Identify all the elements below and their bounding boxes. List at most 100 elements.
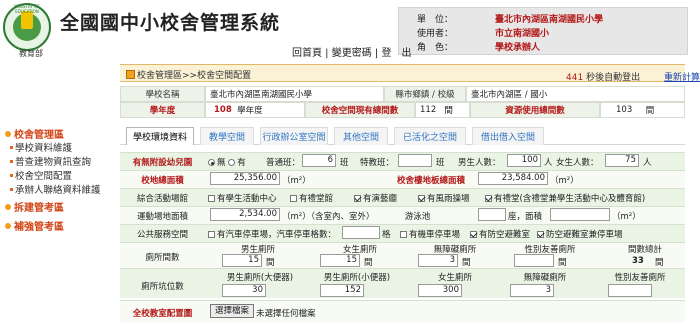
normal-class-input[interactable]: 6 — [302, 154, 336, 167]
change-password-link[interactable]: 變更密碼 — [332, 48, 372, 59]
timer-count: 441 — [566, 73, 584, 83]
stall-female-input[interactable]: 300 — [418, 284, 462, 297]
tab-admin-office[interactable]: 行政辦公室空間 — [260, 127, 328, 145]
toilet-count-label: 廁所間數 — [145, 253, 180, 263]
toilet-female-input[interactable]: 15 — [320, 254, 360, 267]
activity-opt: 有學生活動中心 — [208, 192, 277, 204]
choose-file-button[interactable]: 選擇檔案 — [210, 304, 255, 318]
activity-opt-label: 有學生活動中心 — [217, 194, 277, 204]
person-unit-2: 人 — [643, 158, 652, 168]
reset-timer-link[interactable]: 重新計算 — [664, 70, 700, 83]
timer-text: 秒後自動登出 — [586, 73, 641, 83]
home-link[interactable]: 回首頁 — [292, 48, 322, 59]
toilet-male-input[interactable]: 15 — [222, 254, 262, 267]
breadcrumb: 校舍管理區>>校舍空間配置 — [126, 68, 251, 81]
pool-unit: 座，面積 — [508, 212, 543, 222]
space-total-label: 校舍空間現有總間數 — [305, 102, 415, 118]
land-area-label: 校地總面積 — [141, 176, 184, 186]
tab-teaching[interactable]: 教學空間 — [200, 127, 254, 145]
stall-gender-input[interactable] — [608, 284, 652, 297]
public-checkbox-2[interactable] — [470, 231, 477, 238]
public-checkbox-0[interactable] — [208, 231, 215, 238]
toilet-unit: 間 — [364, 258, 373, 268]
school-name-value: 臺北市內湖區南湖國民小學 — [205, 86, 384, 102]
sidebar-item-school-data[interactable]: 學校資料維護 — [10, 140, 72, 154]
public-checkbox-3[interactable] — [537, 231, 544, 238]
female-count-input[interactable]: 75 — [605, 154, 639, 167]
activity-checkbox-1[interactable] — [290, 195, 297, 202]
toilet-accessible-input[interactable]: 3 — [418, 254, 458, 267]
toilet-gender-input[interactable] — [514, 254, 554, 267]
toilet-header: 間數總計 — [627, 245, 662, 255]
public-service-label: 公共服務空間 — [136, 230, 188, 240]
person-unit: 人 — [544, 158, 553, 168]
county-label: 縣市鄉鎮 / 校級 — [384, 86, 466, 102]
user-info-panel: 單 位： 臺北市內湖區南湖國民小學 使用者： 市立南湖國小 角 色： 學校承辦人 — [398, 7, 688, 55]
sidebar-group-reinforce[interactable]: 補強管考區 — [5, 218, 64, 233]
top-links: 回首頁 | 變更密碼 | 登 出 — [292, 48, 412, 59]
logo-text: 教育部 — [19, 49, 43, 58]
info-label: 角 色： — [417, 43, 454, 53]
sport-area-input[interactable]: 2,534.00 — [210, 208, 280, 221]
radio-none[interactable] — [208, 159, 215, 166]
activity-checkbox-3[interactable] — [418, 195, 425, 202]
tab-lend-borrow[interactable]: 借出借入空間 — [472, 127, 544, 145]
special-class-input[interactable] — [398, 154, 432, 167]
toilet-unit: 間 — [558, 258, 567, 268]
stall-header: 男生廁所(大便器) — [226, 273, 294, 283]
parking-count-input[interactable] — [342, 226, 380, 239]
class-unit-2: 班 — [436, 158, 445, 168]
public-opt: 有防空避難室 — [470, 228, 530, 240]
area-unit-2: （m²） — [550, 176, 579, 186]
floor-area-input[interactable]: 23,584.00 — [478, 172, 548, 185]
tab-other[interactable]: 其他空間 — [334, 127, 388, 145]
toilet-unit: 間 — [655, 258, 664, 268]
stall-header: 女生廁所 — [437, 273, 472, 283]
sport-area-label: 運動場地面積 — [136, 212, 188, 222]
radio-yes-label: 有 — [237, 158, 246, 168]
land-area-input[interactable]: 25,356.00 — [210, 172, 280, 185]
logo-label: MINISTRY OF EDUCATION — [14, 4, 40, 14]
space-total-unit: 間 — [444, 106, 453, 116]
logout-link[interactable]: 登 出 — [381, 48, 411, 59]
tab-activated[interactable]: 已活化之空間 — [394, 127, 466, 145]
kindergarten-options: 無 有 — [208, 156, 246, 168]
sidebar-item-building-query[interactable]: 普查建物資訊查詢 — [10, 154, 91, 168]
tab-environment[interactable]: 學校環境資料 — [126, 127, 194, 145]
stall-male-small-input[interactable]: 152 — [320, 284, 364, 297]
floor-area-label: 校舍樓地板總面積 — [396, 176, 465, 186]
activity-checkbox-4[interactable] — [485, 195, 492, 202]
male-count-input[interactable]: 100 — [507, 154, 541, 167]
public-checkbox-1[interactable] — [400, 231, 407, 238]
county-value: 臺北市內湖區 / 國小 — [466, 86, 685, 102]
public-opt-label: 有防空避難室 — [479, 230, 531, 240]
activity-checkbox-0[interactable] — [208, 195, 215, 202]
activity-opt-label: 有演藝廳 — [363, 194, 398, 204]
stall-male-large-input[interactable]: 30 — [222, 284, 266, 297]
kindergarten-label: 有無附設幼兒園 — [132, 158, 193, 168]
used-total-value: 103 — [616, 105, 633, 115]
pool-area-input[interactable] — [550, 208, 610, 221]
used-total-label: 資源使用總間數 — [470, 102, 600, 118]
stall-accessible-input[interactable]: 3 — [510, 284, 554, 297]
school-year-label: 學年度 — [120, 102, 205, 118]
info-label: 單 位： — [417, 15, 454, 25]
sport-area-unit: （m²）（含室內、室外） — [282, 212, 375, 222]
sidebar-group-campus[interactable]: 校舍管理區 — [5, 126, 64, 141]
activity-checkbox-2[interactable] — [354, 195, 361, 202]
classroom-plan-label: 全校教室配置圖 — [132, 309, 193, 319]
pool-count-input[interactable] — [478, 208, 506, 221]
special-class-label: 特教班： — [360, 158, 395, 168]
sidebar-item-space-config[interactable]: 校舍空間配置 — [10, 168, 72, 182]
folder-icon — [126, 70, 135, 79]
area-unit: （m²） — [282, 176, 311, 186]
school-year-cell: 108 學年度 — [205, 102, 305, 118]
public-opt: 有汽車停車場，汽車停車格數： — [208, 228, 336, 240]
radio-yes[interactable] — [228, 159, 236, 166]
public-opt: 有機車停車場 — [400, 228, 460, 240]
activity-opt-label: 有禮堂館 — [299, 194, 334, 204]
space-total-value: 112 — [420, 105, 437, 115]
sidebar-item-contact[interactable]: 承辦人聯絡資料維護 — [10, 182, 101, 196]
pool-label: 游泳池 — [404, 212, 431, 222]
sidebar-group-demolish[interactable]: 拆建管考區 — [5, 199, 64, 214]
